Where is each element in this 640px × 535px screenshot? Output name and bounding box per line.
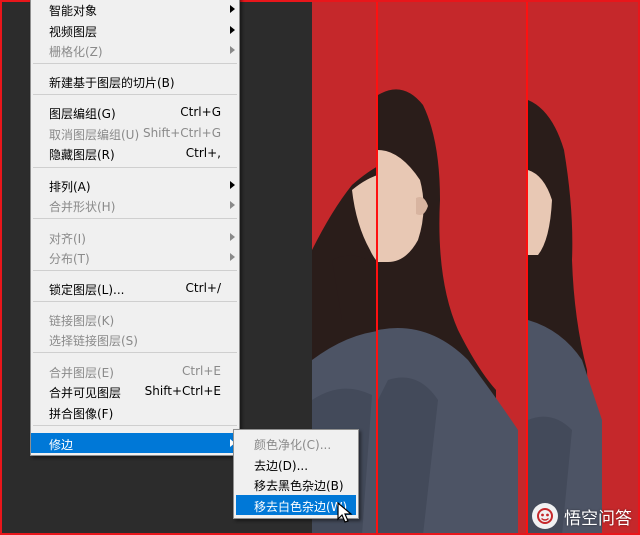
menu-separator — [33, 270, 237, 271]
submenu-arrow-icon — [230, 233, 235, 241]
watermark-text: 悟空问答 — [564, 508, 632, 529]
portrait-right — [528, 100, 602, 535]
menu-item-label: 拼合图像(F) — [49, 407, 114, 421]
submenu-arrow-icon — [230, 5, 235, 13]
menu-item-label: 图层编组(G) — [49, 107, 116, 121]
menu-item-shortcut: Ctrl+E — [182, 364, 221, 378]
menu-item-ungroup-layers[interactable]: 取消图层编组(U) Shift+Ctrl+G — [31, 123, 239, 143]
menu-item-label: 合并可见图层 — [49, 386, 122, 400]
menu-item-matting[interactable]: 修边 — [31, 433, 239, 453]
menu-item-label: 排列(A) — [49, 180, 91, 194]
menu-item-label: 选择链接图层(S) — [49, 334, 138, 348]
wukong-logo-icon — [532, 503, 558, 529]
menu-item-label: 对齐(I) — [49, 232, 86, 246]
menu-item-shortcut: Ctrl+, — [185, 146, 221, 160]
menu-item-lock-layers[interactable]: 锁定图层(L)... Ctrl+/ — [31, 278, 239, 298]
menu-item-shortcut: Ctrl+G — [180, 105, 221, 119]
menu-separator — [33, 94, 237, 95]
guide-line-2 — [526, 0, 528, 535]
submenu-item-remove-black-matte[interactable]: 移去黑色杂边(B) — [236, 474, 356, 494]
menu-item-label: 合并形状(H) — [49, 200, 116, 214]
menu-separator — [33, 63, 237, 64]
menu-item-flatten-image[interactable]: 拼合图像(F) — [31, 402, 239, 422]
menu-item-hide-layers[interactable]: 隐藏图层(R) Ctrl+, — [31, 143, 239, 163]
menu-item-label: 栅格化(Z) — [49, 45, 103, 59]
menu-item-arrange[interactable]: 排列(A) — [31, 175, 239, 195]
menu-item-combine-shapes[interactable]: 合并形状(H) — [31, 195, 239, 215]
menu-separator — [33, 301, 237, 302]
menu-item-label: 取消图层编组(U) — [49, 128, 140, 142]
menu-item-distribute[interactable]: 分布(T) — [31, 247, 239, 267]
menu-item-merge-layers[interactable]: 合并图层(E) Ctrl+E — [31, 361, 239, 381]
menu-item-smart-object[interactable]: 智能对象 — [31, 0, 239, 19]
layer-menu: 智能对象 视频图层 栅格化(Z) 新建基于图层的切片(B) 图层编组(G) Ct… — [30, 0, 240, 456]
submenu-item-label: 移去黑色杂边(B) — [254, 479, 344, 493]
menu-item-label: 智能对象 — [49, 4, 98, 18]
menu-separator — [33, 218, 237, 219]
menu-separator — [33, 167, 237, 168]
submenu-arrow-icon — [230, 26, 235, 34]
submenu-arrow-icon — [230, 46, 235, 54]
menu-separator — [33, 352, 237, 353]
menu-item-select-linked-layers[interactable]: 选择链接图层(S) — [31, 329, 239, 349]
menu-item-new-layer-slice[interactable]: 新建基于图层的切片(B) — [31, 71, 239, 91]
mouse-pointer-icon — [337, 502, 353, 523]
menu-item-video-layers[interactable]: 视频图层 — [31, 20, 239, 40]
menu-item-rasterize[interactable]: 栅格化(Z) — [31, 40, 239, 60]
submenu-arrow-icon — [230, 201, 235, 209]
menu-item-label: 修边 — [49, 438, 74, 452]
menu-item-group-layers[interactable]: 图层编组(G) Ctrl+G — [31, 102, 239, 122]
menu-item-label: 合并图层(E) — [49, 366, 114, 380]
menu-item-label: 新建基于图层的切片(B) — [49, 76, 175, 90]
submenu-item-defringe[interactable]: 去边(D)... — [236, 454, 356, 474]
submenu-item-label: 移去白色杂边(W) — [254, 500, 348, 514]
menu-item-label: 链接图层(K) — [49, 314, 115, 328]
submenu-item-label: 颜色净化(C)... — [254, 438, 332, 452]
menu-item-align[interactable]: 对齐(I) — [31, 227, 239, 247]
submenu-item-label: 去边(D)... — [254, 459, 309, 473]
menu-item-shortcut: Ctrl+/ — [185, 281, 221, 295]
watermark: 悟空问答 — [532, 503, 632, 529]
menu-item-shortcut: Shift+Ctrl+G — [142, 126, 221, 140]
submenu-item-color-decontaminate[interactable]: 颜色净化(C)... — [236, 433, 356, 453]
menu-item-label: 隐藏图层(R) — [49, 148, 115, 162]
menu-item-label: 锁定图层(L)... — [49, 283, 125, 297]
menu-item-label: 视频图层 — [49, 25, 98, 39]
submenu-arrow-icon — [230, 181, 235, 189]
submenu-arrow-icon — [230, 253, 235, 261]
menu-separator — [33, 425, 237, 426]
menu-item-merge-visible[interactable]: 合并可见图层 Shift+Ctrl+E — [31, 381, 239, 401]
menu-item-label: 分布(T) — [49, 252, 90, 266]
portrait-middle-panel — [378, 89, 518, 535]
menu-item-shortcut: Shift+Ctrl+E — [144, 384, 221, 398]
menu-item-link-layers[interactable]: 链接图层(K) — [31, 309, 239, 329]
